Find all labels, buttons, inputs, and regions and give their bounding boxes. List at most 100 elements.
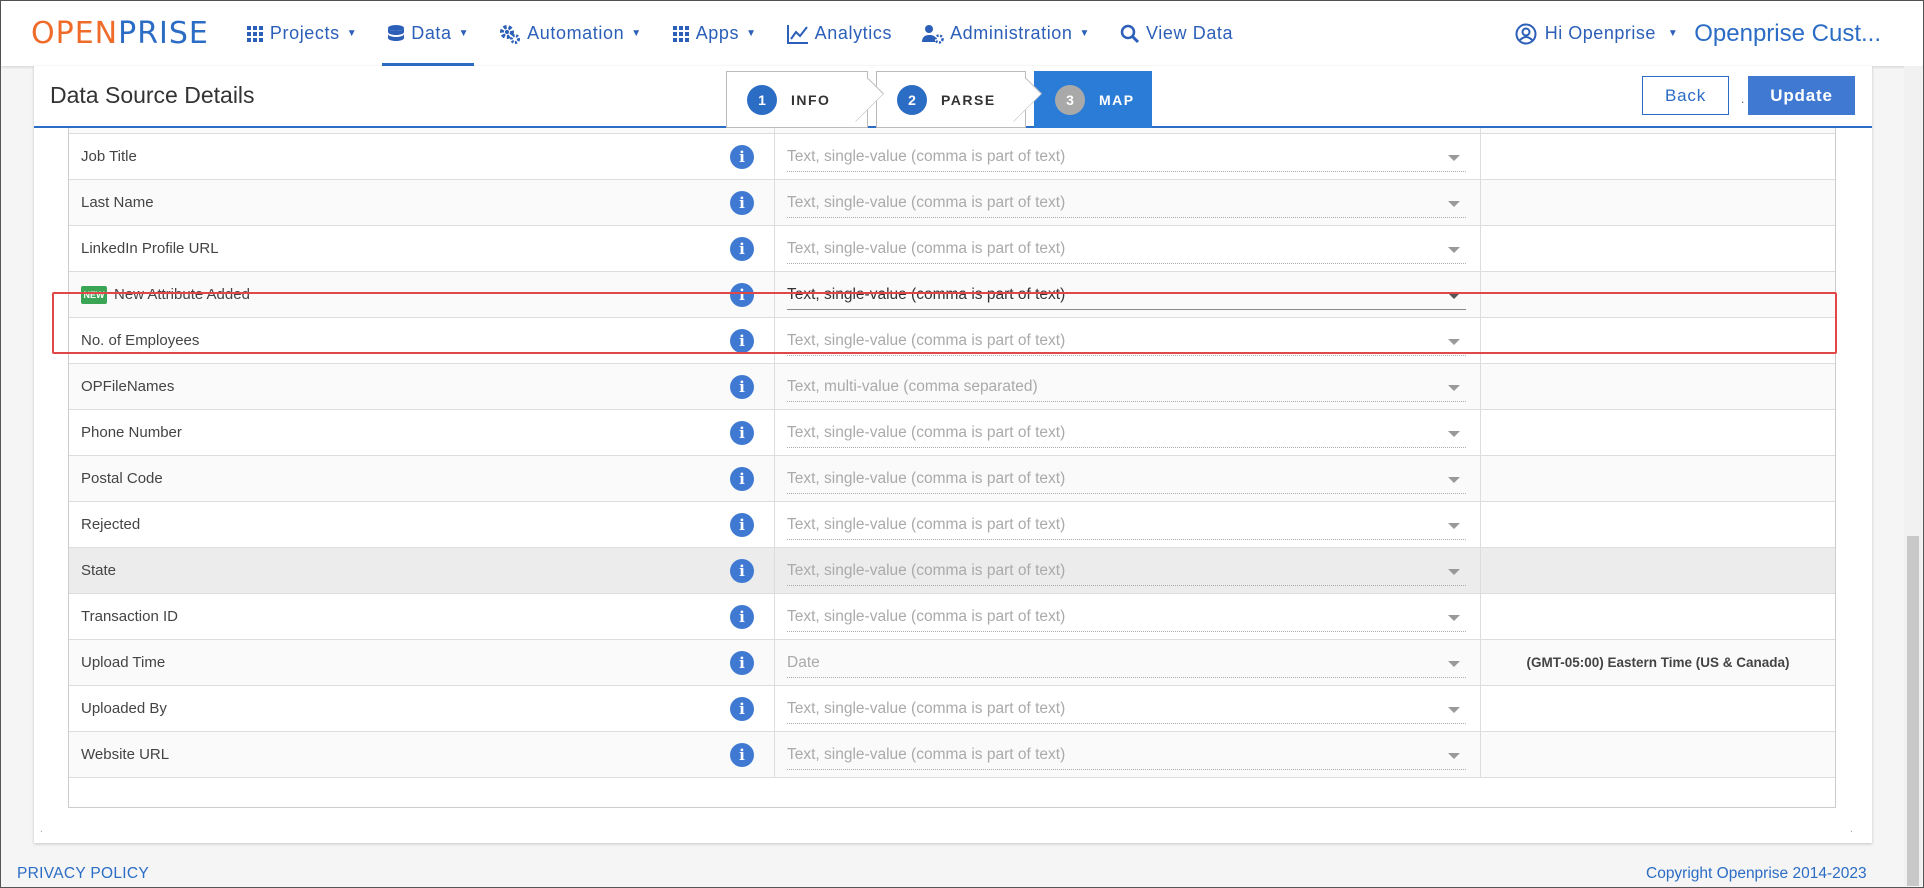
corner-dot: . (40, 824, 43, 835)
openprise-logo[interactable]: OPENPRISE (31, 16, 209, 51)
info-icon[interactable]: i (730, 467, 754, 491)
dropdown-arrow-icon (1448, 293, 1460, 299)
table-row: OPFileNames i Text, multi-value (comma sep… (69, 364, 1835, 410)
scrollbar-thumb[interactable] (1907, 536, 1919, 886)
dropdown-arrow-icon (1448, 707, 1460, 713)
type-select[interactable]: Text, single-value (comma is part of tex… (787, 192, 1466, 218)
nav-item-administration[interactable]: Administration ▼ (907, 1, 1105, 66)
grid-icon (672, 25, 690, 43)
info-icon[interactable]: i (730, 559, 754, 583)
info-icon[interactable]: i (730, 375, 754, 399)
nav-item-view-data[interactable]: View Data (1105, 1, 1248, 66)
dropdown-arrow-icon (1448, 477, 1460, 483)
type-select[interactable]: Text, single-value (comma is part of tex… (787, 330, 1466, 356)
nav-item-automation[interactable]: Automation ▼ (484, 1, 657, 66)
attribute-name-cell: Last Name i (69, 180, 775, 225)
type-select[interactable]: Text, single-value (comma is part of tex… (787, 744, 1466, 770)
update-button[interactable]: Update (1748, 76, 1855, 115)
info-icon[interactable]: i (730, 421, 754, 445)
type-select-value: Date (787, 654, 820, 671)
table-row: Transaction ID i Text, single-value (comma… (69, 594, 1835, 640)
attribute-name-cell: Uploaded By i (69, 686, 775, 731)
privacy-policy-link[interactable]: PRIVACY POLICY (17, 865, 149, 883)
type-select[interactable]: Text, single-value (comma is part of tex… (787, 560, 1466, 586)
attribute-name: Transaction ID (81, 608, 178, 625)
type-select[interactable]: Date (787, 652, 1466, 678)
logo-part2: PRISE (118, 16, 209, 51)
type-cell: Text, single-value (comma is part of tex… (775, 732, 1481, 777)
type-select-value: Text, multi-value (comma separated) (787, 378, 1038, 395)
type-select[interactable]: Text, single-value (comma is part of tex… (787, 146, 1466, 172)
caret-down-icon: ▼ (1079, 28, 1091, 39)
info-icon[interactable]: i (730, 605, 754, 629)
caret-down-icon: ▼ (746, 28, 757, 39)
type-cell: Text, multi-value (comma separated) (775, 364, 1481, 409)
step-info[interactable]: 1 INFO (726, 71, 884, 128)
separator-dot: . (1741, 92, 1745, 106)
nav-item-label: Data (411, 23, 452, 43)
step-label: PARSE (941, 91, 996, 108)
nav-item-label: Analytics (814, 23, 893, 43)
type-select[interactable]: Text, single-value (comma is part of tex… (787, 606, 1466, 632)
dropdown-arrow-icon (1448, 661, 1460, 667)
info-icon[interactable]: i (730, 191, 754, 215)
type-cell: Text, single-value (comma is part of tex… (775, 548, 1481, 593)
step-number: 3 (1055, 84, 1085, 115)
nav-item-data[interactable]: Data ▼ (372, 1, 484, 66)
attribute-name-cell: Postal Code i (69, 456, 775, 501)
type-select[interactable]: Text, single-value (comma is part of tex… (787, 422, 1466, 448)
back-button[interactable]: Back (1642, 76, 1729, 115)
timezone-cell[interactable]: (GMT-05:00) Eastern Time (US & Canada) (1481, 640, 1835, 685)
brand-name[interactable]: Openprise Cust... (1694, 20, 1881, 48)
type-select-value: Text, single-value (comma is part of tex… (787, 424, 1066, 441)
wizard-steps: 1 INFO 2 PARSE 3 MAP (726, 71, 1152, 128)
type-select-value: Text, single-value (comma is part of tex… (787, 516, 1066, 533)
info-icon[interactable]: i (730, 697, 754, 721)
nav-item-apps[interactable]: Apps ▼ (657, 1, 772, 66)
page-scrollbar[interactable] (1904, 66, 1922, 886)
info-icon[interactable]: i (730, 237, 754, 261)
corner-dot: . (1850, 824, 1853, 835)
caret-down-icon: ▼ (458, 28, 470, 39)
type-select[interactable]: Text, single-value (comma is part of tex… (787, 284, 1466, 310)
step-number: 1 (747, 84, 777, 115)
timezone-cell (1481, 226, 1835, 271)
type-cell: Text, single-value (comma is part of tex… (775, 456, 1481, 501)
new-badge: NEW (81, 285, 107, 304)
info-icon[interactable]: i (730, 283, 754, 307)
timezone-cell (1481, 410, 1835, 455)
step-label: INFO (791, 91, 831, 108)
attribute-name: Phone Number (81, 424, 182, 441)
step-parse[interactable]: 2 PARSE (876, 71, 1042, 128)
logo-part1: OPEN (31, 16, 119, 51)
nav-item-analytics[interactable]: Analytics (772, 1, 907, 66)
table-row: LinkedIn Profile URL i Text, single-value … (69, 226, 1835, 272)
attribute-name-cell: Upload Time i (69, 640, 775, 685)
info-icon[interactable]: i (730, 513, 754, 537)
attribute-name-cell: No. of Employees i (69, 318, 775, 363)
user-menu[interactable]: Hi Openprise ▼ (1515, 23, 1678, 45)
type-select[interactable]: Text, single-value (comma is part of tex… (787, 238, 1466, 264)
chart-icon (786, 24, 809, 44)
database-icon (387, 24, 405, 44)
info-icon[interactable]: i (730, 145, 754, 169)
nav-item-label: Projects (269, 23, 340, 43)
nav-item-label: View Data (1146, 23, 1234, 43)
info-icon[interactable]: i (730, 651, 754, 675)
attribute-name: Upload Time (81, 654, 166, 671)
type-select[interactable]: Text, single-value (comma is part of tex… (787, 514, 1466, 540)
table-row: Upload Time i Date (GMT-05:00) Eastern Time… (69, 640, 1835, 686)
type-select[interactable]: Text, single-value (comma is part of tex… (787, 698, 1466, 724)
caret-down-icon: ▼ (346, 28, 358, 39)
copyright-text: Copyright Openprise 2014-2023 (1646, 865, 1867, 882)
type-cell: Date (775, 640, 1481, 685)
step-map[interactable]: 3 MAP (1034, 71, 1152, 128)
nav-item-projects[interactable]: Projects ▼ (231, 1, 372, 66)
attribute-name: Postal Code (81, 470, 163, 487)
type-select[interactable]: Text, multi-value (comma separated) (787, 376, 1466, 402)
info-icon[interactable]: i (730, 329, 754, 353)
grid-icon (246, 25, 264, 43)
timezone-cell (1481, 502, 1835, 547)
info-icon[interactable]: i (730, 743, 754, 767)
type-select[interactable]: Text, single-value (comma is part of tex… (787, 468, 1466, 494)
